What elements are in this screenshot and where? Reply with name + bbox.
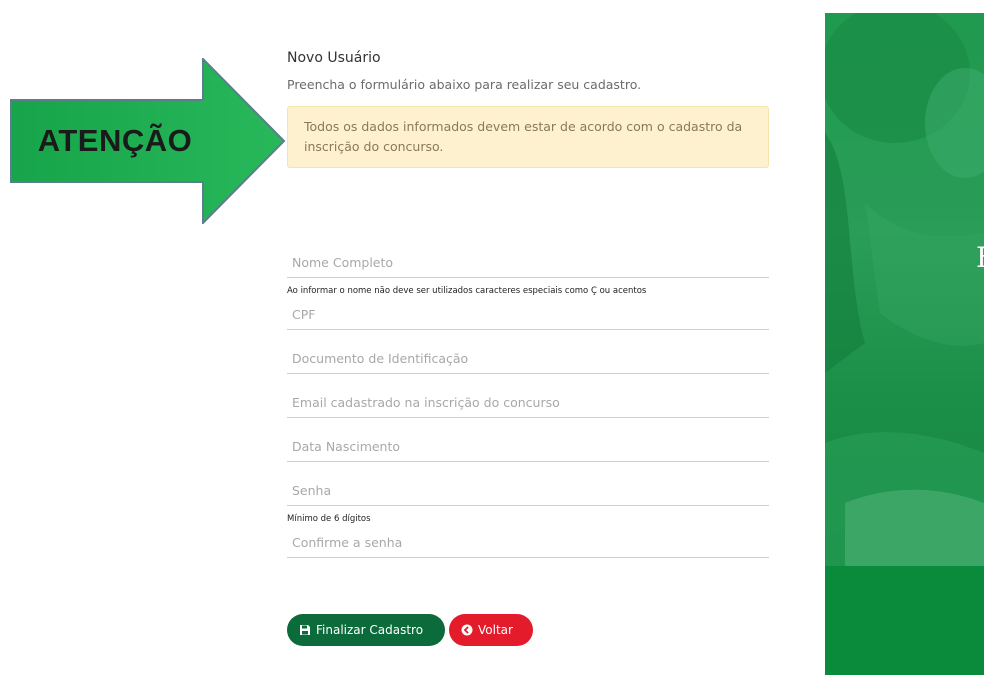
nascimento-input[interactable] <box>292 439 764 454</box>
hero-panel: F <box>825 13 984 675</box>
attention-arrow: ATENÇÃO <box>10 58 286 224</box>
finalizar-cadastro-button[interactable]: Finalizar Cadastro <box>287 614 445 646</box>
form-title: Novo Usuário <box>287 50 381 66</box>
attention-label: ATENÇÃO <box>37 123 193 158</box>
hero-photo <box>825 13 984 566</box>
voltar-label: Voltar <box>478 623 513 637</box>
form-subtitle: Preencha o formulário abaixo para realiz… <box>287 77 642 92</box>
nascimento-field <box>287 418 769 462</box>
email-input[interactable] <box>292 395 764 410</box>
email-field <box>287 374 769 418</box>
woman-studying-image <box>825 13 984 566</box>
registration-form: Novo Usuário Preencha o formulário abaix… <box>287 48 769 558</box>
warning-alert: Todos os dados informados devem estar de… <box>287 106 769 168</box>
save-icon <box>300 625 310 635</box>
hero-panel-footer <box>825 566 984 675</box>
documento-input[interactable] <box>292 351 764 366</box>
form-fields: Ao informar o nome não deve ser utilizad… <box>287 234 769 558</box>
documento-field <box>287 330 769 374</box>
nome-input[interactable] <box>292 255 764 270</box>
voltar-button[interactable]: Voltar <box>449 614 533 646</box>
finalizar-cadastro-label: Finalizar Cadastro <box>316 623 424 637</box>
circle-chevron-left-icon <box>461 624 473 636</box>
cpf-input[interactable] <box>292 307 764 322</box>
hero-heading-fragment: F <box>976 241 984 274</box>
senha-field <box>287 462 769 506</box>
form-actions: Finalizar Cadastro Voltar <box>287 614 533 646</box>
senha-input[interactable] <box>292 483 764 498</box>
confirma-senha-input[interactable] <box>292 535 764 550</box>
nome-field <box>287 234 769 278</box>
